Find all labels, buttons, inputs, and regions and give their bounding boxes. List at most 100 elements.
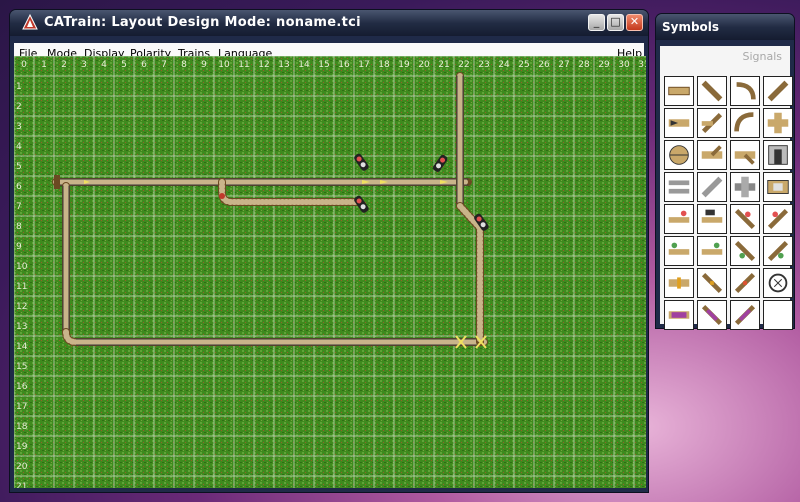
signal-diag-icon (734, 240, 756, 262)
grid-col-label: 15 (318, 60, 329, 70)
switch-point-icon[interactable] (219, 193, 225, 199)
grid-row-label: 7 (16, 202, 22, 212)
junction-track-icon (734, 151, 756, 165)
symbol-tile[interactable] (763, 236, 793, 266)
grid-col-label: 10 (218, 60, 230, 70)
layout-canvas[interactable]: 0 1 2 3 4 5 6 7 8 9 10 11 12 13 14 15 16 17 18 19 20 21 22 23 24… (14, 56, 646, 488)
symbols-title: Symbols (662, 20, 720, 34)
symbol-tile[interactable] (763, 140, 793, 170)
symbol-tile[interactable] (763, 300, 793, 330)
grid-col-label: 27 (558, 60, 569, 70)
train-icon (668, 311, 690, 319)
symbol-tile[interactable] (664, 268, 694, 298)
diagonal-track-icon (767, 80, 789, 102)
grid-col-label: 22 (458, 60, 469, 70)
symbol-tile[interactable] (697, 108, 727, 138)
symbol-tile[interactable] (730, 108, 760, 138)
tunnel-icon (768, 145, 788, 165)
grid-col-label: 11 (238, 60, 249, 70)
grid-col-label: 14 (298, 60, 310, 70)
minimize-button[interactable]: _ (588, 14, 605, 31)
track-end-bumper[interactable] (54, 175, 60, 189)
grid-col-label: 4 (101, 60, 107, 70)
switch-track-icon (701, 112, 723, 134)
grid-row-label: 19 (16, 442, 28, 452)
sensor-diag-icon (701, 272, 723, 294)
grid-row-label: 6 (16, 182, 22, 192)
grid-col-label: 31 (638, 60, 646, 70)
symbol-tile[interactable] (664, 300, 694, 330)
symbol-tile[interactable] (730, 172, 760, 202)
grid-row-label: 17 (16, 402, 27, 412)
symbol-tile[interactable] (763, 108, 793, 138)
symbols-title-bar[interactable]: Symbols (656, 14, 794, 40)
grid-col-label: 9 (201, 60, 207, 70)
symbol-tile[interactable] (730, 300, 760, 330)
symbol-tile[interactable] (763, 204, 793, 234)
symbol-tile[interactable] (763, 76, 793, 106)
curve-track-icon (736, 82, 756, 100)
track-segment[interactable] (52, 178, 472, 186)
symbol-tile[interactable] (697, 236, 727, 266)
grid-row-label: 13 (16, 322, 27, 332)
grid-col-label: 8 (181, 60, 187, 70)
grid-col-label: 23 (478, 60, 489, 70)
sensor-track-icon (668, 277, 690, 289)
curve-track-icon (734, 112, 754, 132)
bridge-icon (734, 176, 756, 198)
signal-track-icon (668, 242, 690, 255)
symbol-tile[interactable] (664, 236, 694, 266)
turntable-icon (669, 145, 689, 165)
grid-col-label: 5 (121, 60, 127, 70)
double-track-icon (668, 180, 690, 194)
grid-col-label: 30 (618, 60, 630, 70)
symbol-tile[interactable] (697, 300, 727, 330)
grid-row-label: 5 (16, 162, 22, 172)
layout-grid[interactable]: 0 1 2 3 4 5 6 7 8 9 10 11 12 13 14 15 16 17 18 19 20 21 22 23 24… (14, 56, 646, 488)
symbol-tile[interactable] (664, 140, 694, 170)
signal-track-icon (701, 242, 723, 255)
grid-row-label: 18 (16, 422, 28, 432)
signal-diag-icon (767, 208, 789, 230)
signal-diag-icon (767, 240, 789, 262)
symbol-tile[interactable] (697, 172, 727, 202)
symbol-tile[interactable] (763, 172, 793, 202)
symbol-tile[interactable] (664, 108, 694, 138)
grid-col-label: 6 (141, 60, 147, 70)
symbol-tile[interactable] (697, 76, 727, 106)
symbol-tile[interactable] (664, 172, 694, 202)
grid-col-label: 7 (161, 60, 167, 70)
close-button[interactable]: ✕ (626, 14, 643, 31)
symbol-tile[interactable] (730, 268, 760, 298)
symbol-tile[interactable] (730, 76, 760, 106)
straight-track-icon (668, 86, 690, 96)
grid-row-label: 1 (16, 82, 22, 92)
symbol-tile[interactable] (697, 140, 727, 170)
grid-col-label: 16 (338, 60, 350, 70)
symbol-tile[interactable] (763, 268, 793, 298)
grid-row-label: 12 (16, 302, 27, 312)
junction-track-icon (701, 145, 723, 159)
grid-col-label: 17 (358, 60, 369, 70)
symbol-tile[interactable] (730, 236, 760, 266)
track-segment[interactable] (456, 72, 464, 210)
symbol-tile[interactable] (697, 268, 727, 298)
grid-col-label: 21 (438, 60, 449, 70)
empty-tile-icon (764, 301, 792, 329)
station-icon (767, 180, 789, 194)
symbol-tile[interactable] (664, 76, 694, 106)
signal-track-icon (668, 210, 690, 223)
symbol-tile[interactable] (664, 204, 694, 234)
track-segment[interactable] (62, 182, 70, 336)
signals-tab[interactable]: Signals (742, 50, 782, 63)
grid-col-label: 19 (398, 60, 410, 70)
symbol-tile[interactable] (697, 204, 727, 234)
main-title-bar[interactable]: CATrain: Layout Design Mode: noname.tci … (10, 10, 648, 36)
grid-row-label: 21 (16, 482, 27, 488)
grid-row-label: 10 (16, 262, 28, 272)
grid-row-label: 11 (16, 282, 27, 292)
grid-row-label: 8 (16, 222, 22, 232)
symbol-tile[interactable] (730, 140, 760, 170)
maximize-button[interactable]: □ (607, 14, 624, 31)
symbol-tile[interactable] (730, 204, 760, 234)
